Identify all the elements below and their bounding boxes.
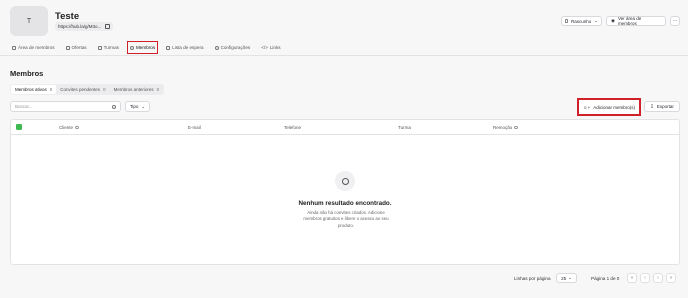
empty-state-description: Ainda não há convites criados. Adicione …: [303, 210, 389, 228]
chevron-down-icon: ⌄: [594, 18, 598, 23]
members-table: Cliente E-mail Telefone Turma Remoção Ne…: [10, 119, 680, 265]
prev-page-button[interactable]: ‹: [640, 273, 650, 283]
chevron-left-icon: ‹: [644, 275, 646, 281]
tab-label: Ofertas: [71, 45, 87, 50]
search-input[interactable]: Buscar...: [10, 101, 121, 112]
column-client[interactable]: Cliente: [59, 125, 79, 130]
user-icon: [129, 45, 134, 50]
eye-icon: ◉: [611, 18, 615, 23]
empty-state-title: Nenhum resultado encontrado.: [298, 200, 392, 207]
code-icon: </>: [261, 45, 268, 50]
status-dropdown[interactable]: Rascunho ⌄: [561, 16, 602, 26]
type-filter-label: Tipo: [129, 104, 139, 109]
more-icon: ···: [672, 18, 678, 24]
column-label: Turma: [398, 125, 411, 130]
subtab-label: Convites pendentes: [60, 87, 101, 92]
export-label: Exportar: [656, 104, 674, 109]
tab-label: Turmas: [103, 45, 119, 50]
empty-search-icon: [335, 171, 355, 191]
column-class: Turma: [398, 125, 411, 130]
waitlist-icon: [166, 45, 171, 50]
gear-icon: [214, 45, 219, 50]
info-icon: [514, 125, 518, 130]
column-label: Telefone: [284, 125, 302, 130]
subtab-label: Membros anteriores: [113, 87, 154, 92]
tab-links[interactable]: </> Links: [259, 42, 282, 53]
more-options-button[interactable]: ···: [670, 16, 680, 26]
column-label: Cliente: [59, 125, 74, 130]
copy-icon[interactable]: [105, 24, 111, 29]
add-members-label: Adicionar membro(s): [593, 104, 635, 110]
page-info: Página 1 de 0: [591, 276, 620, 281]
rows-per-page-label: Linhas por página: [514, 276, 551, 281]
tab-members-area[interactable]: Área de membros: [10, 42, 57, 53]
rows-per-page-value: 25: [561, 275, 567, 281]
tab-label: Área de membros: [18, 45, 55, 50]
status-label: Rascunho: [570, 18, 592, 24]
column-label: Remoção: [493, 125, 513, 130]
subtab-label: Membros ativos: [15, 87, 47, 92]
members-area-icon: [12, 45, 16, 50]
subtab-former-members[interactable]: Membros anteriores 0: [110, 85, 164, 94]
member-status-tabs: Membros ativos 0 Convites pendentes 0 Memb…: [10, 84, 165, 95]
subtab-count: 0: [49, 87, 53, 92]
product-avatar: T: [10, 6, 48, 36]
tab-label: Lista de espera: [172, 45, 204, 50]
last-page-button[interactable]: »: [666, 273, 676, 283]
subtab-count: 0: [103, 87, 106, 92]
column-removal: Remoção: [493, 125, 518, 130]
offers-icon: [65, 45, 70, 50]
table-header: Cliente E-mail Telefone Turma Remoção: [11, 120, 679, 135]
nav-divider: [0, 55, 688, 56]
tab-label: Membros: [135, 45, 156, 50]
view-members-area-label: Ver área de membros: [617, 16, 642, 26]
info-icon: [75, 125, 79, 130]
tab-label: Links: [269, 45, 281, 50]
tab-classes[interactable]: Turmas: [96, 42, 121, 53]
tab-label: Configurações: [220, 45, 251, 50]
download-icon: ↧: [650, 103, 654, 109]
tab-offers[interactable]: Ofertas: [64, 42, 89, 53]
column-label: E-mail: [188, 125, 201, 130]
chevron-right-icon: ›: [657, 275, 659, 281]
type-filter-button[interactable]: Tipo ⌄: [125, 101, 150, 112]
add-members-button[interactable]: ☺+ Adicionar membro(s): [577, 98, 641, 116]
product-title: Teste: [55, 11, 80, 22]
tab-waitlist[interactable]: Lista de espera: [164, 42, 205, 53]
product-url-chip[interactable]: https://hub.la/g/M3o...: [55, 22, 114, 31]
view-members-area-button[interactable]: ◉ Ver área de membros: [606, 16, 666, 26]
classes-icon: [97, 45, 102, 50]
subtab-count: 0: [156, 87, 160, 92]
chevron-down-icon: ⌄: [568, 275, 572, 280]
rows-per-page-select[interactable]: 25 ⌄: [556, 273, 577, 283]
product-url: https://hub.la/g/M3o...: [58, 24, 102, 29]
status-icon: [565, 19, 568, 23]
next-page-button[interactable]: ›: [653, 273, 663, 283]
column-phone: Telefone: [284, 125, 301, 130]
tab-members[interactable]: Membros: [126, 41, 159, 54]
export-button[interactable]: ↧ Exportar: [644, 101, 680, 112]
column-email: E-mail: [188, 125, 201, 130]
search-placeholder: Buscar...: [15, 104, 33, 109]
search-icon: [112, 104, 116, 109]
tab-settings[interactable]: Configurações: [213, 42, 253, 53]
subtab-pending-invites[interactable]: Convites pendentes 0: [56, 85, 109, 94]
double-chevron-left-icon: «: [630, 275, 634, 281]
page-title: Membros: [10, 69, 44, 78]
double-chevron-right-icon: »: [669, 275, 673, 281]
chevron-down-icon: ⌄: [141, 103, 146, 109]
product-nav: Área de membros Ofertas Turmas Membros L…: [10, 41, 283, 54]
select-all-checkbox[interactable]: [16, 124, 22, 130]
subtab-active-members[interactable]: Membros ativos 0: [11, 85, 57, 94]
first-page-button[interactable]: «: [627, 273, 637, 283]
add-user-icon: ☺+: [583, 104, 591, 110]
